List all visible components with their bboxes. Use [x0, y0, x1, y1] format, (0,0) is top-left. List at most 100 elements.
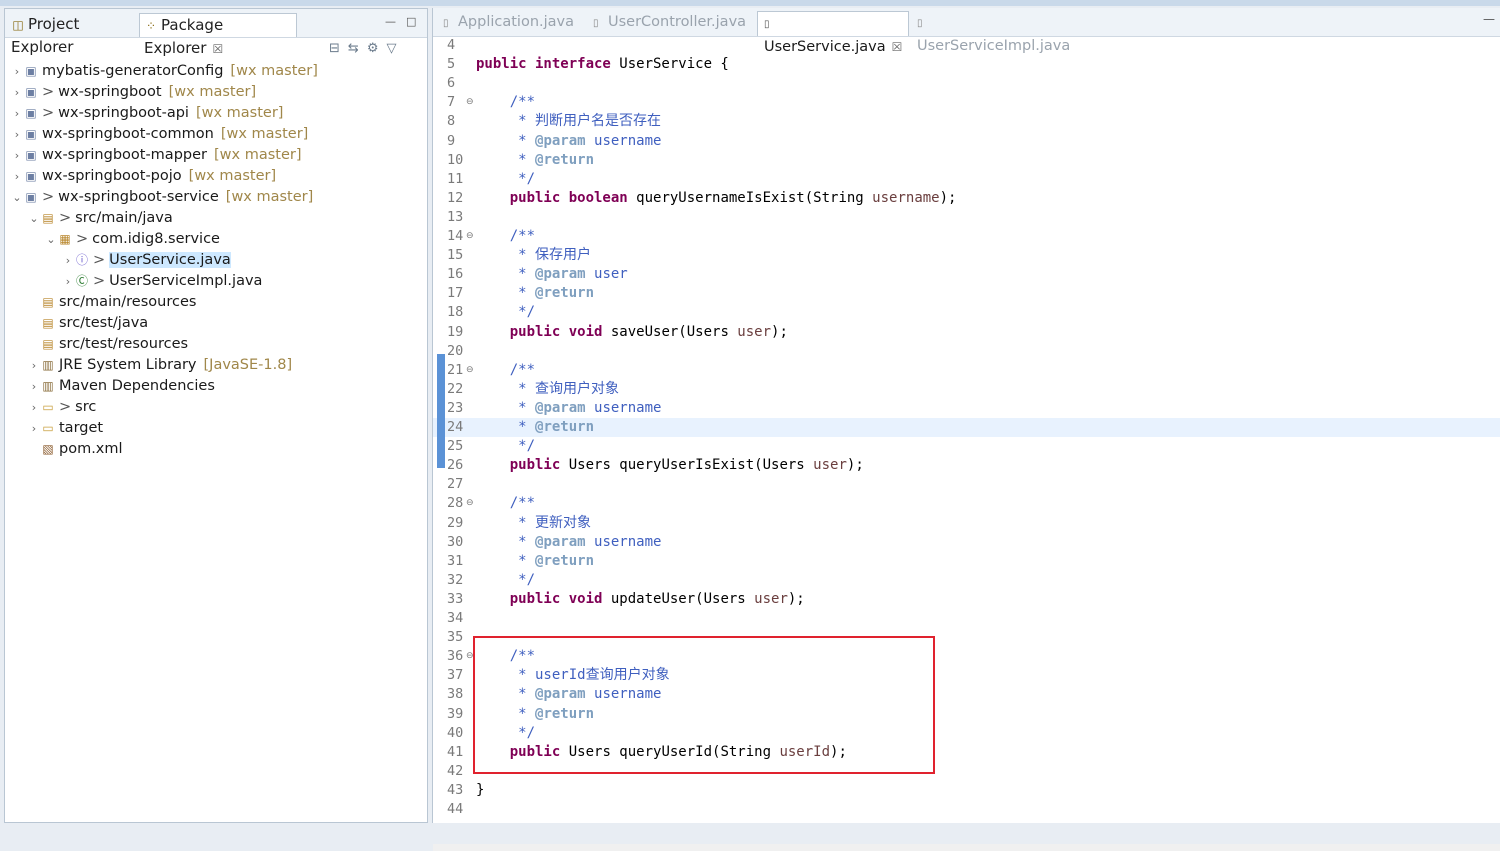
tree-item[interactable]: › ▣ mybatis-generatorConfig [wx master]: [11, 61, 318, 81]
tree-item[interactable]: ▤ src/test/resources: [28, 334, 188, 354]
tree-item[interactable]: › ▣ wx-springboot-common [wx master]: [11, 124, 309, 145]
code-line: 31 * @return: [433, 552, 1500, 571]
fold-toggle-icon[interactable]: ⊖: [466, 494, 474, 513]
tree-item[interactable]: › ▣ wx-springboot-mapper [wx master]: [11, 145, 302, 166]
view-menu-icon[interactable]: ▽: [386, 41, 396, 56]
code-line: 30 * @param username: [433, 533, 1500, 552]
tree-item[interactable]: › ▭ > src: [28, 397, 97, 418]
tree-item[interactable]: › ▣ wx-springboot-pojo [wx master]: [11, 166, 276, 186]
line-number: 44: [447, 801, 464, 817]
code-text: * 判断用户名是否存在: [476, 112, 661, 131]
code-line: 21 ⊖ /**: [433, 361, 1500, 380]
tree-item[interactable]: ⌄ ▦ > com.idig8.service: [45, 229, 220, 249]
tree-item[interactable]: › ▥ JRE System Library [JavaSE-1.8]: [28, 355, 292, 375]
highlight-box: [473, 636, 935, 774]
code-token: *: [476, 113, 536, 130]
project-icon: ▣: [25, 127, 37, 141]
tree-item[interactable]: › ▣ > wx-springboot [wx master]: [11, 82, 256, 102]
code-line: 10 * @return: [433, 151, 1500, 170]
source-folder-icon: ▤: [42, 295, 54, 309]
source-folder-icon: ▤: [42, 316, 54, 330]
maximize-icon[interactable]: □: [406, 15, 416, 28]
tab-userservice-java[interactable]: ▯UserService.java ☒: [757, 11, 909, 55]
code-area[interactable]: 44 43} 42 41 public Users queryUserId(Strin…: [433, 36, 1500, 851]
tab-usercontroller-java[interactable]: ▯ UserController.java: [587, 11, 747, 36]
expand-toggle-icon[interactable]: ›: [11, 62, 23, 82]
tree-item[interactable]: › ▭ target: [28, 418, 103, 438]
tree-item[interactable]: › ⓘ > UserService.java: [62, 250, 231, 270]
tree-item[interactable]: › ▣ > wx-springboot-api [wx master]: [11, 103, 284, 124]
minimize-icon[interactable]: —: [1483, 12, 1495, 26]
tree-item-label: src/test/java: [59, 315, 149, 331]
code-text: * @return: [476, 151, 594, 170]
java-editor: ▯ Application.java ▯ UserController.java ▯…: [432, 8, 1500, 851]
code-token: /**: [476, 361, 536, 378]
code-token: *: [476, 419, 536, 435]
code-text: */: [476, 571, 535, 590]
code-line: 15 * 保存用户: [433, 246, 1500, 265]
view-tab-bar: ◫ Project Explorer ⁘ Package Explorer ☒ — □: [5, 9, 427, 57]
tree-item[interactable]: ▤ src/test/java: [28, 313, 148, 333]
code-text: /**: [476, 93, 535, 112]
code-line: 34: [433, 609, 1500, 628]
git-dirty-marker: >: [59, 210, 72, 226]
fold-toggle-icon[interactable]: ⊖: [466, 361, 474, 380]
code-line: 20: [433, 342, 1500, 361]
code-token: Users queryUserIsExist(Users: [560, 457, 814, 474]
fold-toggle-icon[interactable]: ⊖: [466, 227, 474, 246]
expand-toggle-icon[interactable]: ›: [11, 83, 23, 103]
collapse-all-icon[interactable]: ⊟: [329, 41, 340, 56]
expand-toggle-icon[interactable]: ›: [11, 104, 23, 124]
code-token: );: [939, 189, 957, 206]
tab-application-java[interactable]: ▯ Application.java: [437, 11, 579, 36]
tree-item[interactable]: ▤ src/main/resources: [28, 292, 196, 312]
explorer-toolbar: ⊟ ⇆ ⚙ ▽: [329, 41, 404, 59]
code-text: * 保存用户: [476, 246, 591, 265]
window-top-strip: [0, 0, 1500, 6]
code-line: 22 * 查询用户对象: [433, 380, 1500, 399]
code-line: 6: [433, 74, 1500, 93]
tab-project-explorer[interactable]: ◫ Project Explorer: [7, 13, 137, 56]
tab-package-explorer[interactable]: ⁘ Package Explorer ☒: [139, 13, 297, 57]
code-token: /**: [476, 94, 536, 111]
close-icon[interactable]: ☒: [212, 42, 223, 56]
expand-toggle-icon[interactable]: ›: [11, 125, 23, 145]
expand-toggle-icon[interactable]: ⌄: [11, 188, 23, 208]
code-token: @return: [535, 285, 595, 302]
horizontal-scrollbar[interactable]: [433, 844, 1500, 851]
expand-toggle-icon[interactable]: ⌄: [28, 209, 40, 229]
link-with-editor-icon[interactable]: ⇆: [348, 41, 359, 56]
tab-userserviceimpl-java[interactable]: ▯UserServiceImpl.java: [911, 11, 1081, 54]
code-token: @return: [535, 552, 595, 569]
code-text: */: [476, 303, 535, 322]
expand-toggle-icon[interactable]: ›: [11, 146, 23, 166]
code-token: @param: [535, 266, 586, 283]
expand-toggle-icon[interactable]: ⌄: [45, 230, 57, 250]
code-text: /**: [476, 494, 535, 513]
code-token: *: [476, 380, 536, 397]
expand-toggle-icon[interactable]: ›: [11, 167, 23, 187]
expand-toggle-icon[interactable]: ›: [62, 272, 74, 292]
tree-item[interactable]: ⌄ ▣ > wx-springboot-service [wx master]: [11, 187, 313, 207]
tree-item[interactable]: ⌄ ▤ > src/main/java: [28, 208, 172, 229]
tree-item[interactable]: ▧ pom.xml: [28, 439, 122, 459]
tree-item[interactable]: › Ⓒ > UserServiceImpl.java: [62, 271, 263, 292]
expand-toggle-icon[interactable]: ›: [28, 419, 40, 439]
source-folder-icon: ▤: [42, 337, 54, 351]
code-token: );: [787, 590, 805, 607]
git-dirty-marker: >: [76, 231, 89, 247]
expand-toggle-icon[interactable]: ›: [62, 251, 74, 271]
expand-toggle-icon[interactable]: ›: [28, 398, 40, 418]
fold-toggle-icon[interactable]: ⊖: [466, 93, 474, 112]
filter-icon[interactable]: ⚙: [367, 41, 379, 56]
folder-icon: ▭: [42, 421, 54, 435]
line-number: 34: [447, 610, 464, 626]
tree-item[interactable]: › ▥ Maven Dependencies: [28, 376, 215, 396]
expand-toggle-icon[interactable]: ›: [28, 377, 40, 397]
expand-toggle-icon[interactable]: ›: [28, 356, 40, 376]
java-class-icon: Ⓒ: [75, 274, 88, 288]
code-token: *: [476, 514, 536, 531]
source-folder-icon: ▤: [42, 211, 54, 225]
minimize-icon[interactable]: —: [385, 15, 396, 28]
